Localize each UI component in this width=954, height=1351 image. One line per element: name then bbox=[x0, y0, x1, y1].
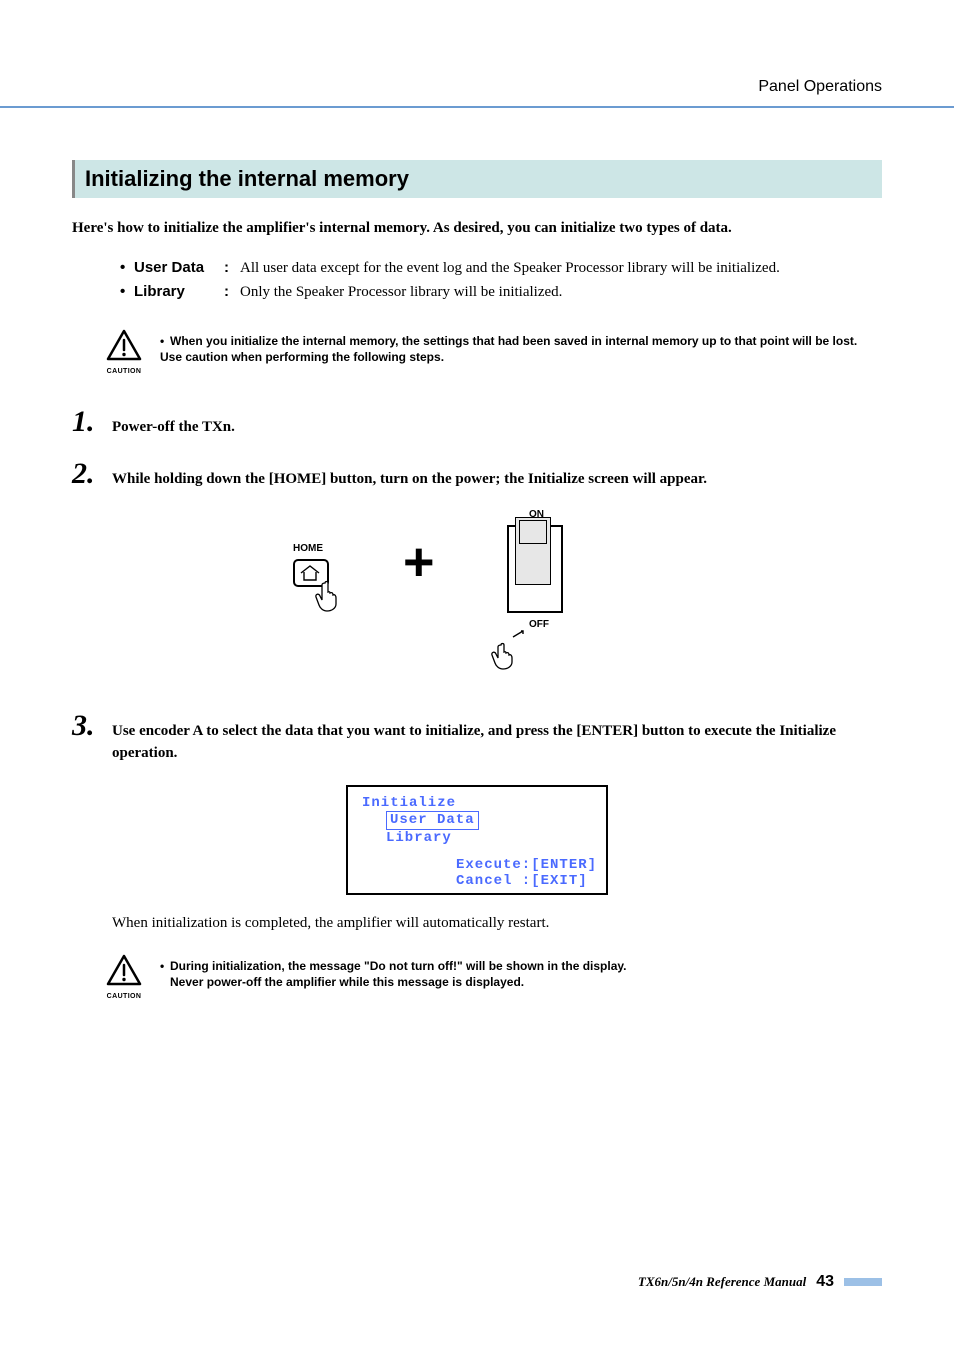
definition-row: • User Data : All user data except for t… bbox=[120, 259, 882, 277]
step-2: 2. While holding down the [HOME] button,… bbox=[72, 457, 882, 491]
hand-press-icon bbox=[313, 579, 341, 618]
power-switch-graphic: ON OFF bbox=[507, 509, 577, 679]
diagram-home-plus-switch: HOME + ON OFF bbox=[217, 509, 737, 679]
bullet-icon: • bbox=[120, 259, 134, 276]
manual-title: TX6n/5n/4n Reference Manual bbox=[638, 1274, 806, 1290]
caution-triangle-icon: CAUTION bbox=[102, 329, 146, 375]
caution-triangle-icon: CAUTION bbox=[102, 954, 146, 1000]
colon: : bbox=[224, 259, 240, 276]
footer-accent-bar bbox=[844, 1278, 882, 1286]
step-text: While holding down the [HOME] button, tu… bbox=[112, 469, 882, 491]
colon: : bbox=[224, 283, 240, 300]
section-title: Initializing the internal memory bbox=[72, 160, 882, 198]
completion-note: When initialization is completed, the am… bbox=[112, 915, 882, 932]
definitions-list: • User Data : All user data except for t… bbox=[120, 259, 882, 301]
lcd-title: Initialize bbox=[348, 795, 606, 812]
definition-desc: All user data except for the event log a… bbox=[240, 260, 882, 277]
definition-term: User Data bbox=[134, 259, 224, 276]
caution-block: CAUTION •During initialization, the mess… bbox=[102, 954, 882, 1000]
step-1: 1. Power-off the TXn. bbox=[72, 405, 882, 439]
caution-label: CAUTION bbox=[102, 993, 146, 1000]
definition-desc: Only the Speaker Processor library will … bbox=[240, 284, 882, 301]
lcd-selected-item: User Data bbox=[386, 811, 479, 830]
lcd-execute-line: Execute:[ENTER] bbox=[456, 857, 606, 873]
home-label: HOME bbox=[293, 543, 323, 554]
lcd-cancel-line: Cancel :[EXIT] bbox=[456, 873, 606, 889]
step-text: Use encoder A to select the data that yo… bbox=[112, 721, 882, 765]
off-label: OFF bbox=[529, 619, 549, 630]
breadcrumb: Panel Operations bbox=[758, 78, 882, 96]
plus-icon: + bbox=[403, 535, 435, 589]
bullet-icon: • bbox=[120, 283, 134, 300]
caution-block: CAUTION •When you initialize the interna… bbox=[102, 329, 882, 375]
step-number: 1. bbox=[72, 405, 112, 439]
definition-row: • Library : Only the Speaker Processor l… bbox=[120, 283, 882, 301]
definition-term: Library bbox=[134, 283, 224, 300]
step-number: 2. bbox=[72, 457, 112, 491]
step-number: 3. bbox=[72, 709, 112, 743]
step-text: Power-off the TXn. bbox=[112, 417, 882, 439]
page-number: 43 bbox=[816, 1273, 834, 1291]
page-footer: TX6n/5n/4n Reference Manual 43 bbox=[638, 1273, 882, 1291]
caution-label: CAUTION bbox=[102, 368, 146, 375]
intro-text: Here's how to initialize the amplifier's… bbox=[72, 220, 882, 237]
lcd-item: Library bbox=[386, 830, 452, 846]
header-rule bbox=[0, 106, 954, 108]
hand-flip-icon bbox=[487, 627, 531, 676]
step-3: 3. Use encoder A to select the data that… bbox=[72, 709, 882, 765]
caution-text: •When you initialize the internal memory… bbox=[160, 333, 882, 365]
caution-text: •During initialization, the message "Do … bbox=[160, 958, 627, 990]
lcd-screen-graphic: Initialize User Data Library Execute:[EN… bbox=[346, 785, 608, 895]
